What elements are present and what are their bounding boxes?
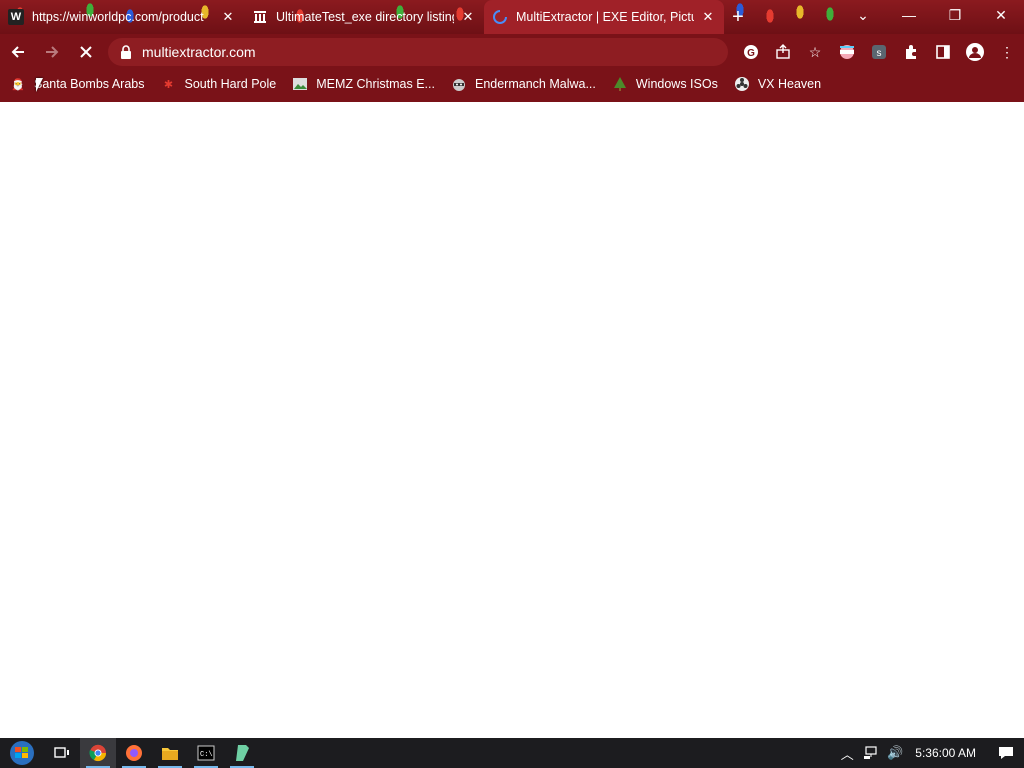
firefox-taskbar-icon[interactable]	[116, 738, 152, 768]
bookmark-label: Santa Bombs Arabs	[34, 77, 145, 91]
close-window-button[interactable]: ✕	[978, 0, 1024, 30]
tab-title: UltimateTest_exe directory listing	[276, 10, 454, 24]
bookmark-label: MEMZ Christmas E...	[316, 77, 435, 91]
toolbar-actions: G ☆ s ⋮	[740, 34, 1018, 70]
taskbar: C:\ ︿ 🔊 5:36:00 AM	[0, 738, 1024, 768]
svg-text:C:\: C:\	[200, 751, 213, 759]
tab-ultimatetest[interactable]: UltimateTest_exe directory listing ✕	[244, 0, 484, 34]
tab-multiextractor[interactable]: MultiExtractor | EXE Editor, Pictur ✕	[484, 0, 724, 34]
bookmark-south-hard-pole[interactable]: ✱ South Hard Pole	[160, 76, 276, 92]
close-tab-icon[interactable]: ✕	[460, 9, 476, 25]
close-tab-icon[interactable]: ✕	[700, 9, 716, 25]
raccoon-icon	[451, 76, 467, 92]
archive-icon	[252, 9, 268, 25]
task-view-icon[interactable]	[44, 738, 80, 768]
santa-icon: 🎅	[11, 78, 25, 91]
url-text[interactable]: multiextractor.com	[142, 44, 256, 60]
command-prompt-taskbar-icon[interactable]: C:\	[188, 738, 224, 768]
volume-icon[interactable]: 🔊	[883, 738, 907, 768]
snowflake-icon: ✱	[163, 78, 174, 91]
loading-icon	[492, 9, 508, 25]
bookmark-windows-isos[interactable]: Windows ISOs	[612, 76, 718, 92]
tab-winworldpc[interactable]: W https://winworldpc.com/product ✕	[0, 0, 244, 34]
tab-title: MultiExtractor | EXE Editor, Pictur	[516, 10, 694, 24]
taskbar-clock[interactable]: 5:36:00 AM	[907, 746, 988, 760]
winworld-favicon: W	[8, 9, 24, 25]
page-content	[0, 102, 1024, 738]
network-icon[interactable]	[859, 738, 883, 768]
forward-button[interactable]	[36, 36, 68, 68]
bookmark-label: Endermanch Malwa...	[474, 77, 596, 91]
extension-flag-icon[interactable]	[836, 41, 858, 63]
tab-title: https://winworldpc.com/product	[32, 10, 204, 24]
profile-avatar-icon[interactable]	[964, 41, 986, 63]
bookmark-endermanch-malware[interactable]: Endermanch Malwa...	[451, 76, 596, 92]
notifications-icon[interactable]	[988, 738, 1024, 768]
bookmark-star-icon[interactable]: ☆	[804, 41, 826, 63]
side-panel-icon[interactable]	[932, 41, 954, 63]
google-icon[interactable]: G	[740, 41, 762, 63]
notepad-taskbar-icon[interactable]	[224, 738, 260, 768]
address-bar[interactable]: multiextractor.com	[108, 38, 728, 66]
bookmark-vx-heaven[interactable]: VX Heaven	[734, 76, 821, 92]
share-icon[interactable]	[772, 41, 794, 63]
stop-loading-button[interactable]	[70, 36, 102, 68]
bookmark-memz-christmas[interactable]: MEMZ Christmas E...	[292, 76, 435, 92]
browser-chrome: W https://winworldpc.com/product ✕ Ultim…	[0, 0, 1024, 102]
extension-s-icon[interactable]: s	[868, 41, 890, 63]
svg-text:s: s	[877, 48, 882, 59]
menu-kebab-icon[interactable]: ⋮	[996, 41, 1018, 63]
minimize-button[interactable]: —	[886, 0, 932, 30]
lock-icon[interactable]	[120, 45, 134, 59]
extensions-puzzle-icon[interactable]	[900, 41, 922, 63]
file-explorer-taskbar-icon[interactable]	[152, 738, 188, 768]
show-hidden-icons-icon[interactable]: ︿	[835, 738, 859, 768]
tab-search-button[interactable]: ⌄	[840, 0, 886, 30]
svg-text:G: G	[747, 48, 755, 59]
tree-icon	[612, 76, 628, 92]
back-button[interactable]	[2, 36, 34, 68]
bookmark-label: South Hard Pole	[184, 77, 277, 91]
mouse-cursor-icon	[36, 78, 43, 92]
restore-button[interactable]: ❐	[932, 0, 978, 30]
bookmark-santa-bombs-arabs[interactable]: 🎅 Santa Bombs Arabs	[10, 76, 144, 92]
system-tray: ︿ 🔊 5:36:00 AM	[835, 738, 1024, 768]
new-tab-button[interactable]: +	[724, 0, 752, 34]
chrome-taskbar-icon[interactable]	[80, 738, 116, 768]
window-controls: ⌄ — ❐ ✕	[840, 0, 1024, 30]
biohazard-icon	[734, 76, 750, 92]
bookmark-label: VX Heaven	[757, 77, 822, 91]
image-icon	[292, 76, 308, 92]
close-tab-icon[interactable]: ✕	[220, 9, 236, 25]
bookmark-label: Windows ISOs	[635, 77, 718, 91]
bookmarks-bar: 🎅 Santa Bombs Arabs ✱ South Hard Pole ME…	[0, 70, 1024, 98]
start-button[interactable]	[0, 738, 44, 768]
